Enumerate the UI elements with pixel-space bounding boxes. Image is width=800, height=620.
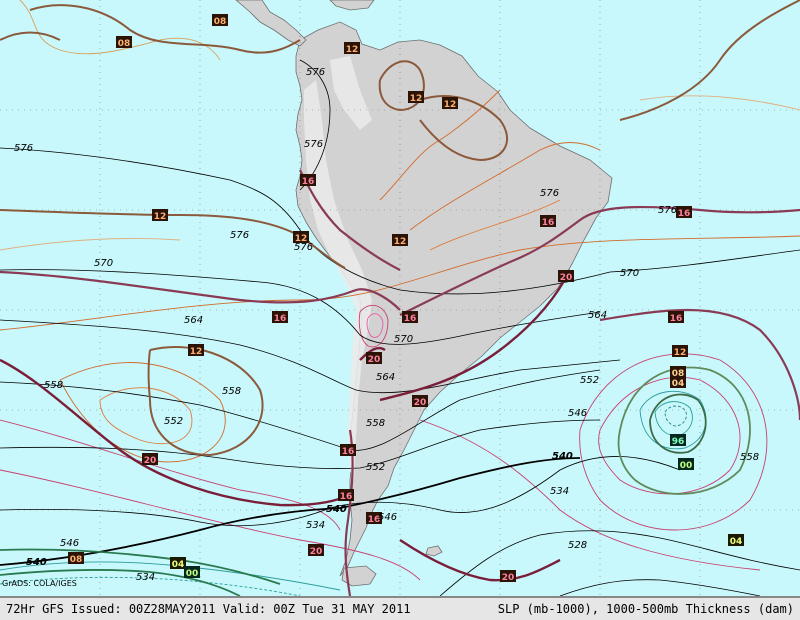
svg-text:96: 96 xyxy=(672,437,685,447)
thickness-label: 540 xyxy=(26,557,47,568)
svg-text:12: 12 xyxy=(346,45,359,55)
svg-text:16: 16 xyxy=(274,314,287,324)
thickness-label: 534 xyxy=(550,486,569,497)
svg-text:16: 16 xyxy=(542,218,555,228)
thickness-label: 546 xyxy=(378,512,397,523)
field-description: SLP (mb-1000), 1000-500mb Thickness (dam… xyxy=(497,602,794,616)
thickness-label: 564 xyxy=(588,310,607,321)
isobar-label: 20 xyxy=(500,570,516,583)
thickness-label: 534 xyxy=(136,572,155,583)
isobar-label: 96 xyxy=(670,434,686,447)
isobar-label: 12 xyxy=(392,234,408,247)
isobar-label: 16 xyxy=(338,489,354,502)
thickness-label: 558 xyxy=(740,452,759,463)
thickness-label: 534 xyxy=(306,520,325,531)
isobar-label: 16 xyxy=(676,206,692,219)
svg-text:20: 20 xyxy=(560,273,573,283)
thickness-label: 552 xyxy=(164,416,183,427)
svg-text:08: 08 xyxy=(118,39,131,49)
isobar-label: 16 xyxy=(340,444,356,457)
isobar-label: 20 xyxy=(308,544,324,557)
svg-text:04: 04 xyxy=(672,379,685,389)
isobar-label: 16 xyxy=(540,215,556,228)
svg-text:00: 00 xyxy=(186,569,199,579)
isobar-label: 20 xyxy=(366,352,382,365)
thickness-label: 576 xyxy=(14,143,33,154)
isobar-label: 04 xyxy=(670,376,686,389)
svg-text:08: 08 xyxy=(70,555,83,565)
thickness-label: 552 xyxy=(366,462,385,473)
thickness-label: 576 xyxy=(294,242,313,253)
thickness-label: 576 xyxy=(658,205,677,216)
svg-text:20: 20 xyxy=(368,355,381,365)
svg-text:16: 16 xyxy=(342,447,355,457)
isobar-label: 16 xyxy=(402,311,418,324)
isobar-label: 12 xyxy=(408,91,424,104)
thickness-label: 552 xyxy=(580,375,599,386)
isobar-label: 20 xyxy=(412,395,428,408)
isobar-label: 08 xyxy=(212,14,228,27)
svg-text:20: 20 xyxy=(414,398,427,408)
isobar-label: 16 xyxy=(300,174,316,187)
thickness-label: 576 xyxy=(306,67,325,78)
thickness-label: 564 xyxy=(184,315,203,326)
thickness-label: 570 xyxy=(94,258,113,269)
isobar-label: 16 xyxy=(668,311,684,324)
svg-text:12: 12 xyxy=(394,237,407,247)
svg-text:16: 16 xyxy=(340,492,353,502)
thickness-label: 540 xyxy=(326,504,347,515)
caption-bar: 72Hr GFS Issued: 00Z28MAY2011 Valid: 00Z… xyxy=(0,596,800,620)
isobar-label: 12 xyxy=(442,97,458,110)
svg-text:12: 12 xyxy=(410,94,423,104)
thickness-label: 528 xyxy=(568,540,587,551)
weather-map: 08 08 12 12 12 12 12 12 12 16 16 16 16 1… xyxy=(0,0,800,596)
svg-text:04: 04 xyxy=(172,560,185,570)
thickness-label: 558 xyxy=(222,386,241,397)
run-info: 72Hr GFS Issued: 00Z28MAY2011 Valid: 00Z… xyxy=(6,602,411,616)
svg-text:20: 20 xyxy=(502,573,515,583)
thickness-label: 570 xyxy=(620,268,639,279)
isobar-label: 04 xyxy=(728,534,744,547)
thickness-label: 540 xyxy=(552,451,573,462)
svg-text:20: 20 xyxy=(144,456,157,466)
svg-text:12: 12 xyxy=(674,348,687,358)
thickness-label: 558 xyxy=(366,418,385,429)
credit-text: GrADS: COLA/IGES xyxy=(2,579,77,588)
thickness-label: 576 xyxy=(304,139,323,150)
isobar-label: 12 xyxy=(344,42,360,55)
isobar-label: 20 xyxy=(558,270,574,283)
isobar-label: 00 xyxy=(184,566,200,579)
thickness-label: 564 xyxy=(376,372,395,383)
thickness-label: 558 xyxy=(44,380,63,391)
isobar-label: 12 xyxy=(152,209,168,222)
thickness-label: 570 xyxy=(394,334,413,345)
svg-text:12: 12 xyxy=(154,212,167,222)
thickness-label: 576 xyxy=(540,188,559,199)
thickness-label: 546 xyxy=(60,538,79,549)
isobar-label: 20 xyxy=(142,453,158,466)
thickness-label: 576 xyxy=(230,230,249,241)
svg-text:04: 04 xyxy=(730,537,743,547)
svg-text:16: 16 xyxy=(302,177,315,187)
isobar-label: 08 xyxy=(68,552,84,565)
isobar-label: 12 xyxy=(672,345,688,358)
isobar-label: 16 xyxy=(272,311,288,324)
map-canvas: 08 08 12 12 12 12 12 12 12 16 16 16 16 1… xyxy=(0,0,800,596)
thickness-label: 546 xyxy=(568,408,587,419)
svg-text:16: 16 xyxy=(404,314,417,324)
isobar-label: 04 xyxy=(170,557,186,570)
svg-text:20: 20 xyxy=(310,547,323,557)
svg-text:00: 00 xyxy=(680,461,693,471)
svg-text:12: 12 xyxy=(190,347,203,357)
svg-text:16: 16 xyxy=(678,209,691,219)
svg-text:16: 16 xyxy=(670,314,683,324)
svg-text:08: 08 xyxy=(214,17,227,27)
isobar-label: 12 xyxy=(188,344,204,357)
isobar-label: 00 xyxy=(678,458,694,471)
isobar-label: 08 xyxy=(116,36,132,49)
svg-text:12: 12 xyxy=(444,100,457,110)
